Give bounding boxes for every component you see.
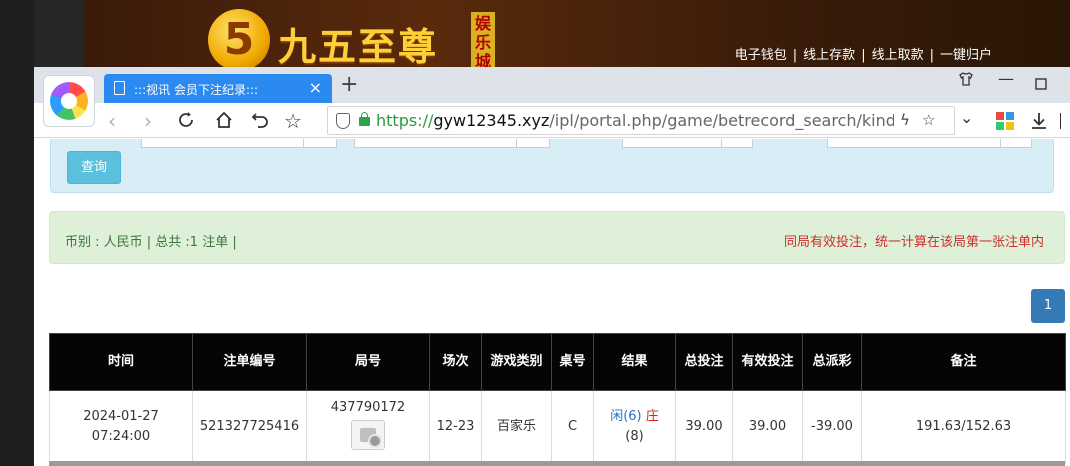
column-header: 总派彩 — [802, 333, 862, 391]
site-top-links: 电子钱包 | 线上存款 | 线上取款 | 一键归户 — [735, 44, 992, 63]
shield-icon[interactable] — [336, 113, 350, 129]
result-banker: 庄 — [645, 409, 659, 424]
column-header: 备注 — [861, 333, 1066, 391]
tab-bar: :::视讯 会员下注纪录::: × + — — [34, 67, 1070, 103]
site-header: 5 九五至尊 娱乐城 电子钱包 | 线上存款 | 线上取款 | 一键归户 — [84, 0, 1070, 71]
link-deposit[interactable]: 线上存款 — [803, 48, 855, 63]
url-text[interactable]: https://gyw12345.xyz/ipl/portal.php/game… — [376, 111, 894, 130]
tab-title: :::视讯 会员下注纪录::: — [134, 83, 259, 97]
url-path: /ipl/portal.php/game/betrecord_search/ki… — [549, 111, 894, 130]
table-row: 2024-01-27 07:24:00 521327725416 43779017… — [49, 390, 1066, 464]
result-player: 闲(6) — [610, 409, 642, 424]
star-icon[interactable]: ☆ — [284, 109, 302, 133]
link-one-click[interactable]: 一键归户 — [940, 48, 992, 63]
bet-records-table: 时间 注单编号 局号 场次 游戏类别 桌号 结果 总投注 有效投注 总派彩 备注… — [49, 333, 1066, 464]
column-header: 时间 — [49, 333, 193, 391]
cell-table-no: C — [551, 390, 594, 464]
table-footer-bar — [49, 461, 1065, 466]
column-header: 注单编号 — [192, 333, 307, 391]
summary-panel: 币别 : 人民币 | 总共 :1 注单 | 同局有效投注，统一计算在该局第一张注… — [49, 211, 1065, 264]
link-separator: | — [929, 48, 934, 63]
address-bar: ‹ › ☆ https://gyw12345.xyz/ipl/portal.ph… — [34, 103, 1070, 138]
column-header: 游戏类别 — [481, 333, 552, 391]
summary-note: 同局有效投注，统一计算在该局第一张注单内 — [783, 235, 1044, 250]
start-time-field[interactable] — [303, 139, 337, 148]
cell-time: 2024-01-27 07:24:00 — [49, 390, 193, 464]
column-header: 场次 — [429, 333, 482, 391]
browser-logo-icon — [43, 75, 95, 127]
new-tab-button[interactable]: + — [340, 72, 358, 97]
sidebar-toggle-icon[interactable] — [1060, 113, 1070, 129]
apps-icon[interactable] — [996, 112, 1014, 130]
page-size-arrow[interactable] — [721, 139, 753, 148]
back-icon[interactable]: ‹ — [108, 109, 116, 133]
browser-window: :::视讯 会员下注纪录::: × + — ‹ › ☆ https://gyw1… — [34, 67, 1070, 466]
site-logo-text: 九五至尊 — [278, 24, 439, 69]
cell-round-no: 437790172 — [306, 390, 430, 464]
cell-note: 191.63/152.63 — [861, 390, 1066, 464]
query-button[interactable]: 查询 — [67, 151, 121, 184]
column-header: 结果 — [593, 333, 676, 391]
maximize-button[interactable] — [1035, 75, 1047, 94]
link-wallet[interactable]: 电子钱包 — [735, 48, 787, 63]
page-size-field[interactable] — [622, 139, 722, 148]
home-icon[interactable] — [214, 110, 234, 135]
cell-result: 闲(6) 庄 (8) — [593, 390, 676, 464]
forward-icon[interactable]: › — [144, 109, 152, 133]
end-time-field[interactable] — [516, 139, 550, 148]
page-icon — [114, 81, 125, 95]
close-icon[interactable]: × — [309, 78, 322, 97]
url-field[interactable]: https://gyw12345.xyz/ipl/portal.php/game… — [327, 106, 955, 135]
cell-valid-bet: 39.00 — [732, 390, 803, 464]
summary-text: 币别 : 人民币 | 总共 :1 注单 | — [65, 235, 237, 250]
lock-icon — [359, 112, 370, 126]
search-panel: 查询 — [50, 139, 1054, 193]
time-clock: 07:24:00 — [91, 429, 151, 444]
tab-active[interactable]: :::视讯 会员下注纪录::: × — [104, 74, 332, 103]
time-date: 2024-01-27 — [83, 409, 159, 424]
undo-icon[interactable] — [250, 110, 270, 135]
link-withdraw[interactable]: 线上取款 — [872, 48, 924, 63]
chevron-down-icon[interactable]: ⌄ — [960, 108, 973, 127]
site-logo-icon: 5 — [208, 9, 270, 71]
page-content: 查询 币别 : 人民币 | 总共 :1 注单 | 同局有效投注，统一计算在该局第… — [34, 139, 1070, 466]
cell-payout: -39.00 — [802, 390, 862, 464]
link-separator: | — [861, 48, 866, 63]
shirt-icon[interactable] — [958, 71, 974, 91]
result-banker-score: (8) — [625, 429, 644, 444]
url-scheme: https:// — [376, 111, 434, 130]
download-icon[interactable] — [1030, 111, 1048, 135]
cell-total-bet: 39.00 — [675, 390, 733, 464]
column-header: 总投注 — [675, 333, 733, 391]
start-date-field[interactable] — [141, 139, 304, 148]
sort-arrow[interactable] — [1000, 139, 1032, 148]
bookmark-star-icon[interactable]: ☆ — [922, 111, 935, 129]
pagination-page-1[interactable]: 1 — [1031, 289, 1065, 323]
browser-logo-ring — [50, 82, 88, 120]
link-separator: | — [792, 48, 798, 63]
minimize-button[interactable]: — — [998, 69, 1014, 88]
round-no: 437790172 — [330, 399, 406, 415]
column-header: 桌号 — [551, 333, 594, 391]
column-header: 局号 — [306, 333, 430, 391]
sort-field[interactable] — [827, 139, 1001, 148]
end-date-field[interactable] — [354, 139, 517, 148]
column-header: 有效投注 — [732, 333, 803, 391]
cell-session: 12-23 — [429, 390, 482, 464]
site-logo-badge: 娱乐城 — [471, 12, 495, 71]
cell-game: 百家乐 — [481, 390, 552, 464]
video-replay-icon[interactable] — [351, 419, 385, 450]
lightning-icon[interactable]: ϟ — [900, 111, 910, 129]
url-host: gyw12345.xyz — [433, 111, 550, 130]
table-header-row: 时间 注单编号 局号 场次 游戏类别 桌号 结果 总投注 有效投注 总派彩 备注 — [49, 333, 1066, 391]
cell-bet-no: 521327725416 — [192, 390, 307, 464]
reload-icon[interactable] — [176, 110, 196, 135]
